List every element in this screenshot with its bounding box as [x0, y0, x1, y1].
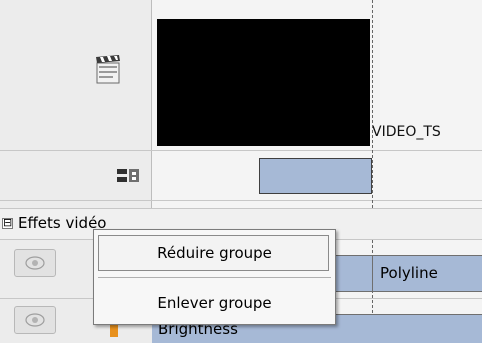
row-divider: [0, 150, 482, 151]
video-clip-thumbnail[interactable]: [157, 19, 370, 146]
collapse-minus-symbol: ⊟: [3, 216, 13, 229]
menu-separator: [98, 277, 331, 278]
transition-clip[interactable]: [259, 158, 372, 194]
transition-icon[interactable]: [116, 166, 140, 186]
eye-icon[interactable]: [14, 306, 56, 334]
panel-divider[interactable]: [151, 0, 152, 208]
clapperboard-icon[interactable]: [93, 54, 125, 86]
menu-item-collapse-group[interactable]: Réduire groupe: [94, 235, 335, 271]
video-clip-label: VIDEO_TS: [372, 124, 441, 140]
context-menu: Réduire groupe Enlever groupe: [93, 229, 336, 325]
menu-item-label: Réduire groupe: [157, 244, 272, 262]
collapse-toggle[interactable]: ⊟: [2, 216, 13, 229]
eye-icon[interactable]: [14, 249, 56, 277]
menu-item-label: Enlever groupe: [157, 294, 272, 312]
row-divider: [0, 200, 482, 201]
menu-item-remove-group[interactable]: Enlever groupe: [94, 285, 335, 321]
track-label-polyline: Polyline: [380, 264, 438, 282]
lock-icon[interactable]: [110, 325, 118, 337]
